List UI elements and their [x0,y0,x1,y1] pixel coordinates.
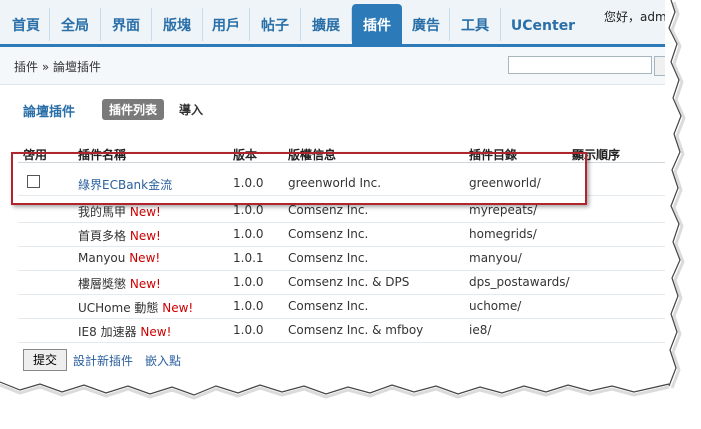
tab-interface[interactable]: 界面 [101,8,152,41]
hooks-link[interactable]: 嵌入點 [145,352,181,369]
plugin-directory: uchome/ [469,299,522,313]
plugin-copyright: Comsenz Inc. [288,251,369,265]
plugin-version: 1.0.0 [233,323,264,337]
plugin-directory: ie8/ [469,323,492,337]
highlight-box [11,152,587,205]
plugin-copyright: Comsenz Inc. [288,299,369,313]
torn-edge-bottom [0,381,670,400]
plugin-copyright: Comsenz Inc. [288,227,369,241]
page-title: 論壇插件 [23,105,76,120]
submit-button[interactable]: 提交 [23,349,67,371]
plugin-copyright: Comsenz Inc. & mfboy [288,323,424,337]
plugin-version: 1.0.1 [233,251,264,265]
tab-home[interactable]: 首頁 [3,8,50,41]
tab-global[interactable]: 全局 [50,8,101,41]
tab-plugin-list[interactable]: 插件列表 [102,99,165,120]
top-nav: 首頁 全局 界面 版塊 用戶 帖子 擴展 插件 廣告 工具 UCenter 您好… [0,0,671,47]
table-row: IE8 加速器 New! 1.0.0 Comsenz Inc. & mfboy … [18,318,671,343]
search-input[interactable] [508,56,652,74]
breadcrumb-root[interactable]: 插件 [14,60,38,74]
breadcrumb-bar: 插件 » 論壇插件 [0,47,671,85]
plugin-name[interactable]: IE8 加速器 New! [78,323,171,340]
plugin-name[interactable]: UCHome 動態 New! [78,299,193,316]
table-row: UCHome 動態 New! 1.0.0 Comsenz Inc. uchome… [18,294,671,319]
plugin-directory: myrepeats/ [469,203,538,217]
plugin-version: 1.0.0 [233,227,264,241]
table-row: Manyou New! 1.0.1 Comsenz Inc. manyou/ [18,246,671,271]
tab-users[interactable]: 用戶 [203,8,250,41]
admin-window: 首頁 全局 界面 版塊 用戶 帖子 擴展 插件 廣告 工具 UCenter 您好… [0,0,671,392]
torn-edge-right [665,0,686,390]
design-plugin-link[interactable]: 設計新插件 [73,352,133,369]
tab-ucenter[interactable]: UCenter [501,8,585,41]
tab-posts[interactable]: 帖子 [250,8,301,41]
breadcrumb: 插件 » 論壇插件 [14,58,101,75]
breadcrumb-separator: » [41,60,50,74]
plugin-name[interactable]: 樓層獎懲 New! [78,275,161,292]
tab-tools[interactable]: 工具 [450,8,501,41]
tab-forums[interactable]: 版塊 [152,8,203,41]
table-row: 樓層獎懲 New! 1.0.0 Comsenz Inc. & DPS dps_p… [18,270,671,295]
plugin-name[interactable]: 我的馬甲 New! [78,203,161,220]
plugin-copyright: Comsenz Inc. [288,203,369,217]
plugin-version: 1.0.0 [233,299,264,313]
table-row: 首頁多格 New! 1.0.0 Comsenz Inc. homegrids/ [18,222,671,247]
user-greeting: 您好，admi [604,10,670,24]
tab-plugins[interactable]: 插件 [352,4,402,44]
breadcrumb-current: 論壇插件 [53,60,102,74]
plugin-version: 1.0.0 [233,275,264,289]
tab-ads[interactable]: 廣告 [403,8,450,41]
plugin-directory: homegrids/ [469,227,537,241]
plugin-name[interactable]: 首頁多格 New! [78,227,161,244]
plugin-name[interactable]: Manyou New! [78,251,160,265]
plugin-directory: manyou/ [469,251,522,265]
plugin-version: 1.0.0 [233,203,264,217]
tab-import[interactable]: 導入 [179,101,203,118]
tab-extensions[interactable]: 擴展 [301,8,352,41]
plugin-copyright: Comsenz Inc. & DPS [288,275,410,289]
plugin-directory: dps_postawards/ [469,275,570,289]
